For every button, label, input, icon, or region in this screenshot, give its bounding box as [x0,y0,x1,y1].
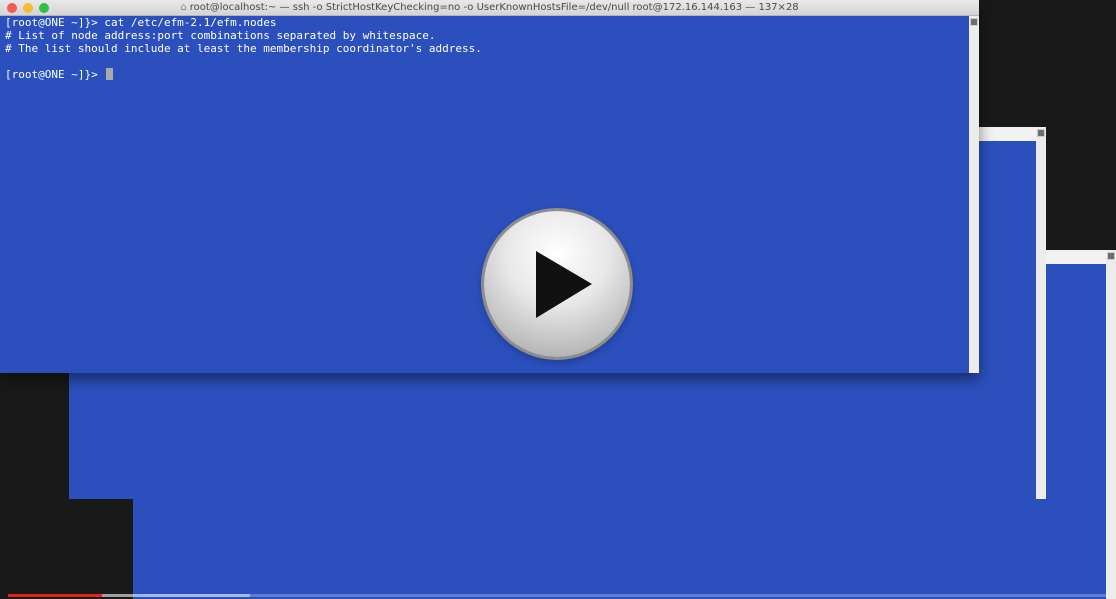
play-icon [536,251,592,318]
window-title-text: root@localhost:~ — ssh -o StrictHostKeyC… [189,2,799,13]
terminal-prompt: [root@ONE ~]}> [5,68,105,82]
scrollbar[interactable] [1106,250,1116,599]
video-player[interactable]: ⌂ root@localhost:~ — ssh -o StrictHostKey… [0,0,1116,599]
terminal-line: # The list should include at least the m… [5,41,482,55]
scroll-up-icon[interactable] [970,18,978,26]
home-icon: ⌂ [180,2,187,13]
scroll-up-icon[interactable] [1037,129,1045,137]
terminal-line: # List of node address:port combinations… [5,28,436,42]
terminal-line: [root@ONE ~]}> cat /etc/efm-2.1/efm.node… [5,16,277,29]
terminal-output: [root@ONE ~]}> cat /etc/efm-2.1/efm.node… [0,16,969,82]
terminal-cursor [106,68,114,81]
scrollbar[interactable] [969,16,979,373]
play-button[interactable] [484,211,630,357]
window-title: ⌂ root@localhost:~ — ssh -o StrictHostKey… [0,1,979,15]
progress-played [8,594,102,597]
scroll-up-icon[interactable] [1107,252,1115,260]
scrollbar[interactable] [1036,127,1046,499]
window-titlebar[interactable]: ⌂ root@localhost:~ — ssh -o StrictHostKey… [0,0,979,16]
video-progress-bar[interactable] [8,594,1108,597]
